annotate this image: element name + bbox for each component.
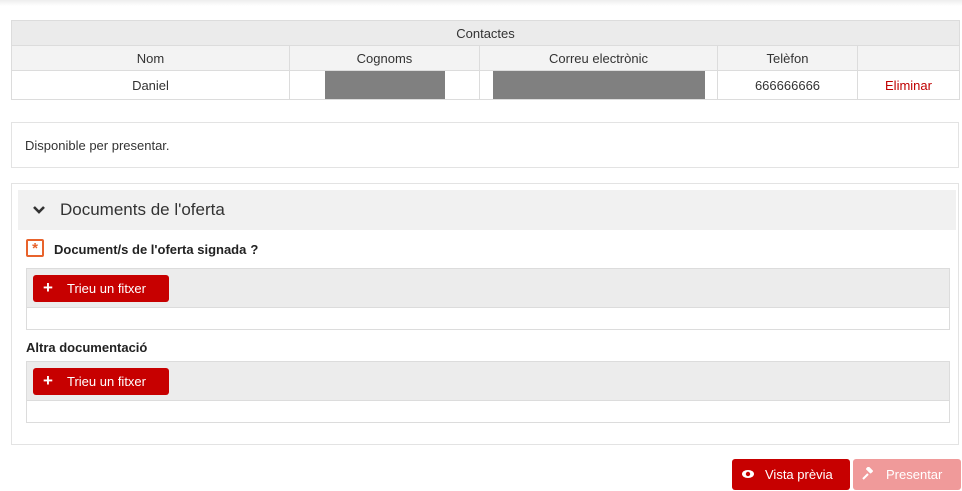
top-shadow <box>0 0 962 6</box>
choose-file-label: Trieu un fitxer <box>67 374 146 389</box>
column-header-cognoms: Cognoms <box>289 45 480 71</box>
redacted-block <box>324 71 445 99</box>
other-documents-label: Altra documentació <box>26 340 148 355</box>
column-header-nom: Nom <box>11 45 290 71</box>
preview-button[interactable]: Vista prèvia <box>732 459 850 490</box>
status-box: Disponible per presentar. <box>11 122 959 168</box>
plus-icon: + <box>43 371 53 390</box>
table-row: Daniel 666666666 Eliminar <box>11 70 961 100</box>
cell-telefon: 666666666 <box>717 70 858 100</box>
required-document-label: Document/s de l'oferta signada? <box>54 242 258 257</box>
preview-label: Vista prèvia <box>765 467 833 482</box>
delete-contact-link[interactable]: Eliminar <box>885 78 932 93</box>
cell-cognoms <box>289 70 480 100</box>
present-button[interactable]: Presentar <box>853 459 961 490</box>
choose-file-button[interactable]: + Trieu un fitxer <box>33 368 169 395</box>
upload-toolbar: + Trieu un fitxer <box>27 362 949 401</box>
contacts-title: Contactes <box>10 20 961 46</box>
documents-panel: Documents de l'oferta * Document/s de l'… <box>11 183 959 445</box>
present-label: Presentar <box>886 467 943 482</box>
column-header-telefon: Telèfon <box>717 45 858 71</box>
documents-section-title: Documents de l'oferta <box>60 200 225 219</box>
status-text: Disponible per presentar. <box>25 138 170 153</box>
column-header-actions <box>856 45 961 71</box>
plus-icon: + <box>43 278 53 297</box>
gavel-icon <box>862 467 873 480</box>
asterisk-icon: * <box>26 239 44 257</box>
cell-actions: Eliminar <box>856 70 961 100</box>
contacts-table: Contactes Nom Cognoms Correu electrònic … <box>10 20 961 100</box>
help-icon[interactable]: ? <box>250 242 258 257</box>
required-document-text: Document/s de l'oferta signada <box>54 242 247 257</box>
column-header-correu: Correu electrònic <box>479 45 718 71</box>
choose-file-button[interactable]: + Trieu un fitxer <box>33 275 169 302</box>
choose-file-label: Trieu un fitxer <box>67 281 146 296</box>
other-documents-upload: + Trieu un fitxer <box>26 361 950 423</box>
chevron-down-icon <box>33 206 45 214</box>
upload-toolbar: + Trieu un fitxer <box>27 269 949 308</box>
documents-section-header[interactable]: Documents de l'oferta <box>18 190 956 230</box>
eye-icon <box>742 470 754 478</box>
cell-correu <box>479 70 718 100</box>
signed-offer-upload: + Trieu un fitxer <box>26 268 950 330</box>
cell-nom: Daniel <box>11 70 290 100</box>
redacted-block <box>492 71 705 99</box>
